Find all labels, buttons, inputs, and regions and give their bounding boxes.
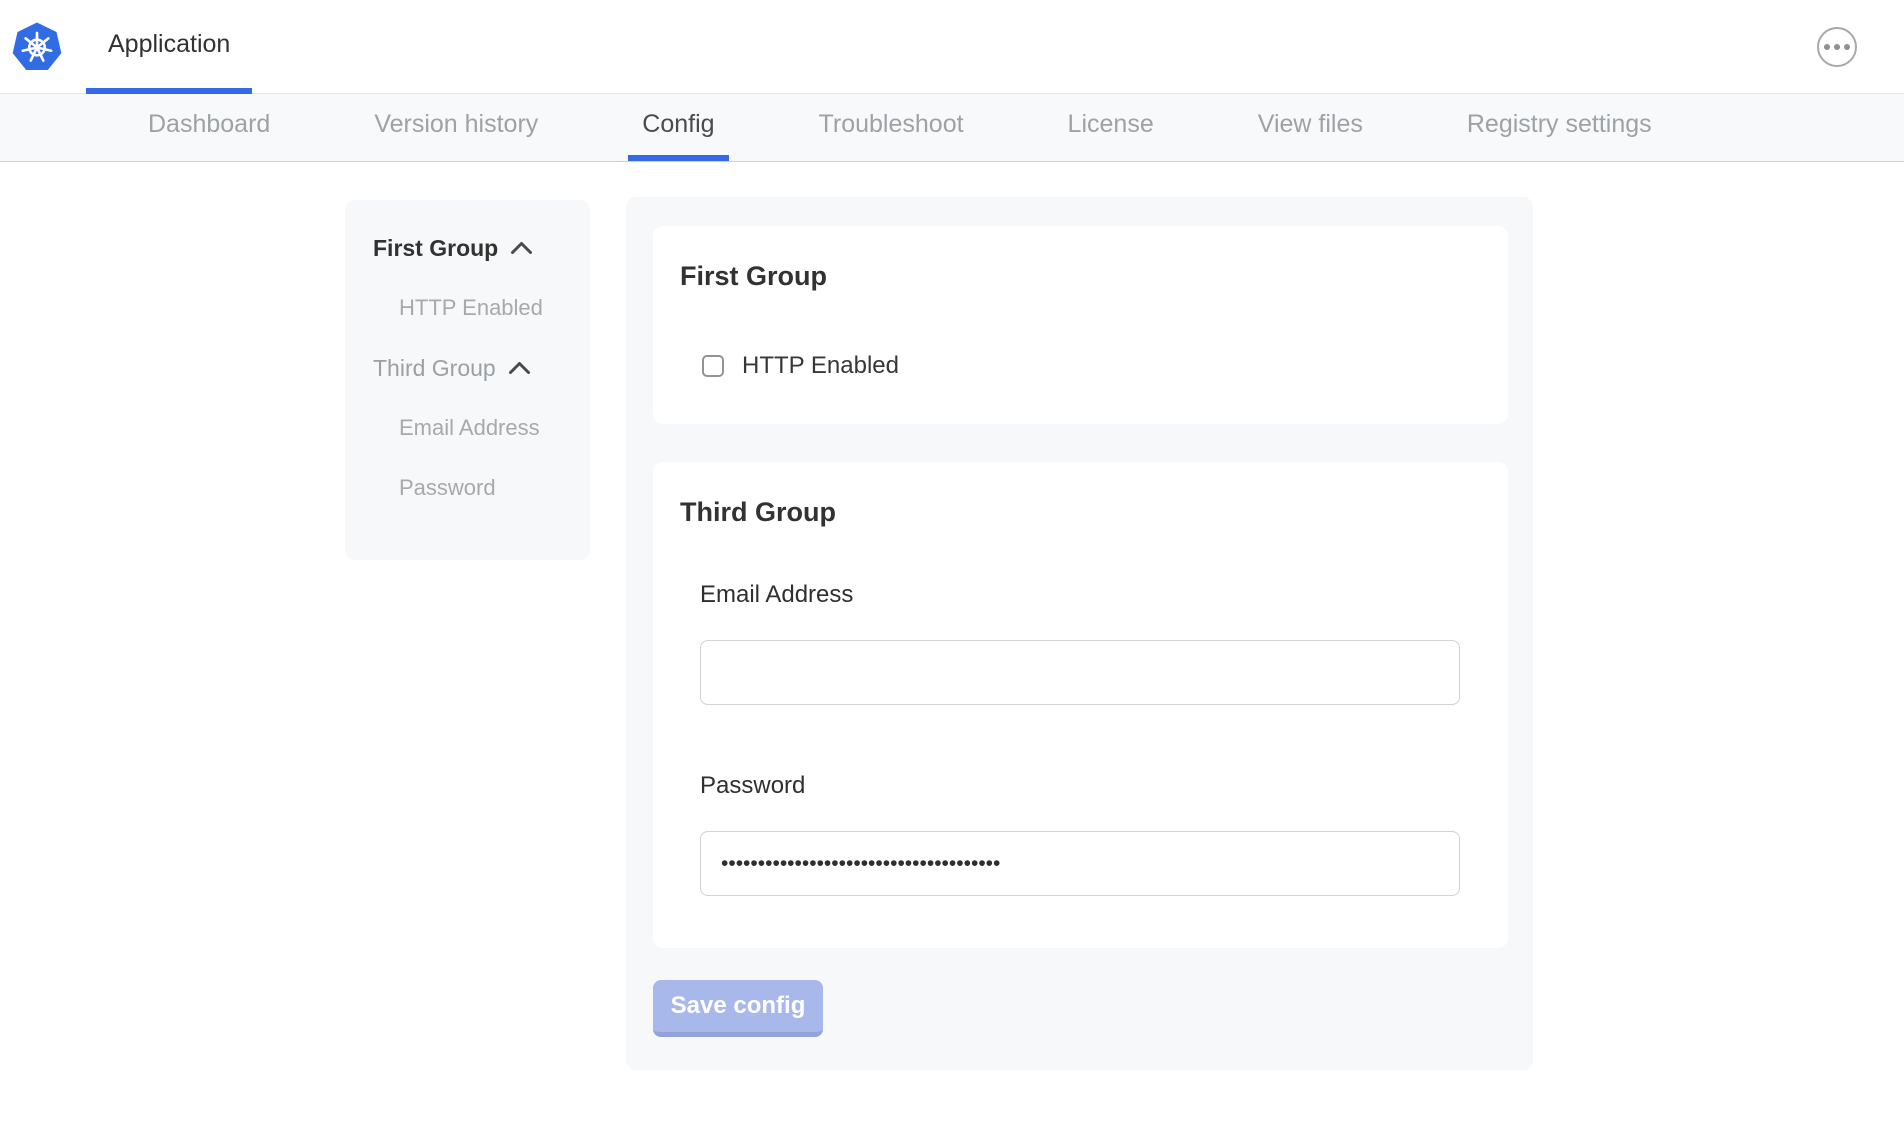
ellipsis-icon <box>1834 44 1840 50</box>
email-address-field: Email Address <box>700 583 1468 705</box>
ellipsis-icon <box>1844 44 1850 50</box>
kubernetes-logo-icon <box>11 21 63 74</box>
tab-version-history[interactable]: Version history <box>360 94 552 161</box>
config-nav-sidebar: First Group HTTP Enabled Third Group Ema… <box>345 200 590 560</box>
tab-dashboard[interactable]: Dashboard <box>134 94 284 161</box>
group-title-first-group: First Group <box>680 262 1468 290</box>
email-address-label: Email Address <box>700 583 1468 607</box>
http-enabled-field: HTTP Enabled <box>702 352 1468 380</box>
http-enabled-checkbox[interactable] <box>702 355 724 377</box>
config-nav-group-first-group[interactable]: First Group <box>345 218 590 278</box>
config-nav-group-third-group[interactable]: Third Group <box>345 338 590 398</box>
tab-license[interactable]: License <box>1054 94 1168 161</box>
password-input[interactable] <box>700 831 1460 896</box>
tab-view-files[interactable]: View files <box>1244 94 1377 161</box>
save-config-button[interactable]: Save config <box>653 980 823 1037</box>
config-nav-item-email-address[interactable]: Email Address <box>345 398 590 458</box>
config-nav-item-http-enabled[interactable]: HTTP Enabled <box>345 278 590 338</box>
password-label: Password <box>700 774 1468 798</box>
ellipsis-menu-button[interactable] <box>1817 27 1857 67</box>
password-field: Password <box>700 774 1468 896</box>
group-title-third-group: Third Group <box>680 498 1468 526</box>
config-group-card-third-group: Third Group Email Address Password <box>653 462 1508 948</box>
config-nav-item-password[interactable]: Password <box>345 458 590 518</box>
chevron-up-icon[interactable] <box>508 361 531 375</box>
config-nav-group-title: First Group <box>373 235 498 262</box>
tab-troubleshoot[interactable]: Troubleshoot <box>805 94 978 161</box>
config-page: First Group HTTP Enabled Third Group Ema… <box>0 162 1904 1122</box>
tab-config[interactable]: Config <box>628 94 728 161</box>
config-group-card-first-group: First Group HTTP Enabled <box>653 226 1508 424</box>
ellipsis-icon <box>1824 44 1830 50</box>
config-nav-group-title: Third Group <box>373 355 496 382</box>
config-form-panel: First Group HTTP Enabled Third Group Ema… <box>626 197 1533 1070</box>
email-address-input[interactable] <box>700 640 1460 705</box>
app-header: Application <box>0 0 1904 94</box>
http-enabled-label[interactable]: HTTP Enabled <box>742 352 899 380</box>
app-subnav: Dashboard Version history Config Trouble… <box>0 94 1904 162</box>
tab-registry-settings[interactable]: Registry settings <box>1453 94 1666 161</box>
tab-application[interactable]: Application <box>86 0 252 94</box>
chevron-up-icon[interactable] <box>510 241 533 255</box>
